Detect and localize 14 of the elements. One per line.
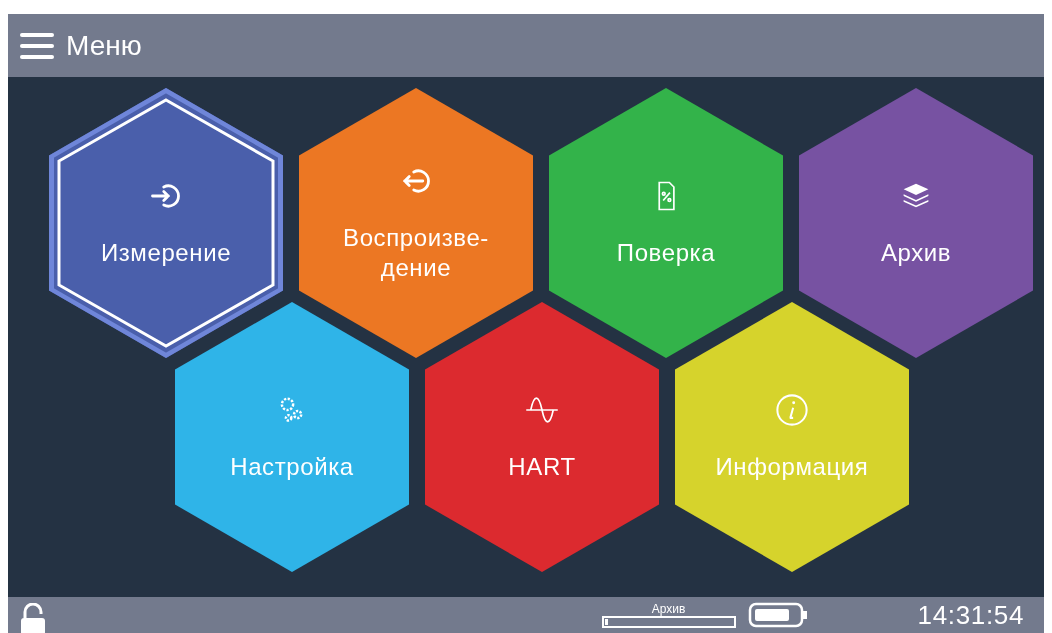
menu-tile[interactable]: HART: [425, 302, 659, 572]
info-icon: [774, 392, 810, 428]
menu-tile[interactable]: Измерение: [49, 88, 283, 358]
menu-tile[interactable]: Настройка: [175, 302, 409, 572]
clock-time: 14:31:54: [917, 598, 1024, 632]
menu-tile[interactable]: Информация: [675, 302, 909, 572]
menu-tile[interactable]: Поверка: [549, 88, 783, 358]
open-padlock-icon[interactable]: [20, 603, 46, 633]
archive-label: Архив: [651, 602, 686, 616]
menu-tile[interactable]: Воспроизве- дение: [299, 88, 533, 358]
battery-icon: [747, 602, 808, 628]
menu-tile[interactable]: Архив: [799, 88, 1033, 358]
menu-icon[interactable]: [20, 31, 54, 60]
page-title: Меню: [66, 28, 142, 63]
